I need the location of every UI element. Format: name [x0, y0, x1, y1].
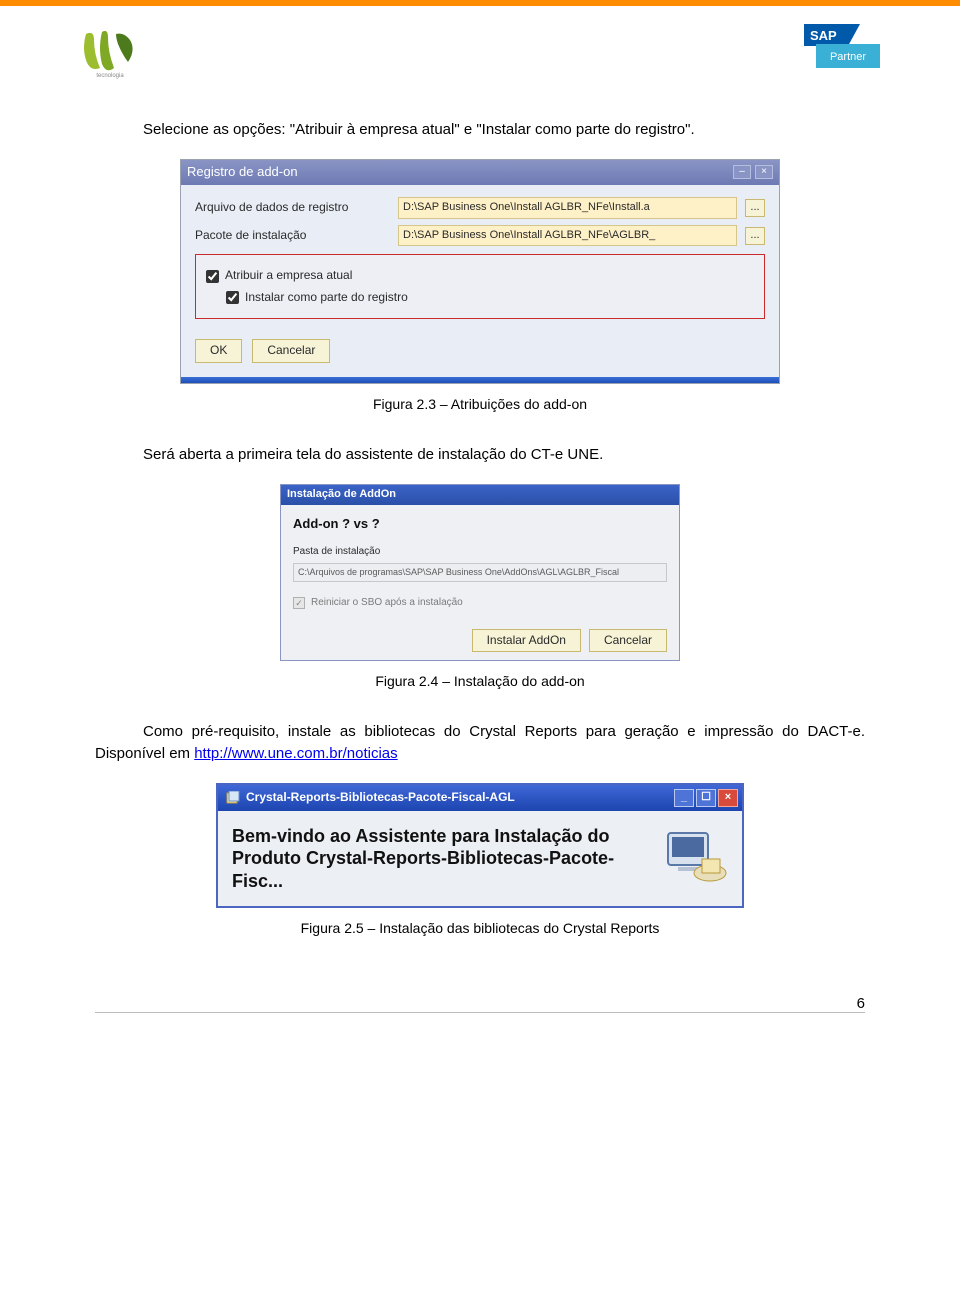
page-number: 6 [95, 995, 865, 1012]
figure-caption-23: Figura 2.3 – Atribuições do add-on [95, 394, 865, 414]
figure-caption-25: Figura 2.5 – Instalação das bibliotecas … [95, 918, 865, 938]
install-folder-input[interactable]: C:\Arquivos de programas\SAP\SAP Busines… [293, 563, 667, 582]
dialog-footer-strip [181, 377, 779, 383]
svg-text:Partner: Partner [830, 51, 866, 63]
text: Bem-vindo ao Assistente para Instalação … [232, 826, 609, 846]
browse-button[interactable]: ... [745, 199, 765, 217]
close-icon[interactable]: × [755, 165, 773, 179]
paragraph-3: Como pré-requisito, instale as bibliotec… [95, 721, 865, 765]
addon-install-header: Add-on ? vs ? [293, 515, 667, 534]
dialog-title: Registro de add-on [187, 163, 298, 182]
noticias-link[interactable]: http://www.une.com.br/noticias [194, 745, 397, 762]
registry-file-input[interactable]: D:\SAP Business One\Install AGLBR_NFe\In… [398, 197, 737, 219]
dialog-titlebar: Crystal-Reports-Bibliotecas-Pacote-Fisca… [218, 785, 742, 811]
text: e [460, 121, 477, 138]
install-folder-label: Pasta de instalação [293, 545, 667, 560]
installer-graphic-icon [664, 829, 728, 887]
page-header: tecnologia SAP Partner [0, 24, 960, 89]
addon-install-dialog: Instalação de AddOn Add-on ? vs ? Pasta … [280, 484, 680, 661]
minimize-icon[interactable]: _ [674, 789, 694, 807]
page-content: Selecione as opções: "Atribuir à empresa… [0, 89, 960, 939]
page-accent-bar [0, 0, 960, 6]
dialog-title: Instalação de AddOn [281, 485, 679, 505]
install-as-part-checkbox[interactable] [226, 291, 239, 304]
cancel-button[interactable]: Cancelar [589, 629, 667, 652]
highlighted-checkbox-group: Atribuir a empresa atual Instalar como p… [195, 254, 765, 319]
footer-divider [95, 1012, 865, 1013]
registry-file-label: Arquivo de dados de registro [195, 199, 390, 216]
dialog-titlebar: Registro de add-on – × [181, 160, 779, 185]
installer-icon [226, 791, 240, 805]
text: Produto Crystal-Reports-Bibliotecas-Paco… [232, 848, 614, 891]
text: "Atribuir à empresa atual" [290, 121, 460, 138]
assign-company-checkbox[interactable] [206, 270, 219, 283]
install-as-part-label: Instalar como parte do registro [245, 289, 408, 306]
svg-text:SAP: SAP [810, 28, 837, 43]
install-package-input[interactable]: D:\SAP Business One\Install AGLBR_NFe\AG… [398, 225, 737, 247]
install-addon-button[interactable]: Instalar AddOn [472, 629, 581, 652]
dialog-title: Crystal-Reports-Bibliotecas-Pacote-Fisca… [246, 789, 515, 806]
page-footer: 6 [0, 995, 960, 1043]
figure-caption-24: Figura 2.4 – Instalação do add-on [95, 671, 865, 691]
sap-partner-logo: SAP Partner [804, 24, 880, 72]
browse-button[interactable]: ... [745, 227, 765, 245]
restart-sbo-label: Reiniciar o SBO após a instalação [311, 596, 463, 611]
une-logo: tecnologia [80, 24, 140, 79]
maximize-icon[interactable]: ☐ [696, 789, 716, 807]
welcome-text: Bem-vindo ao Assistente para Instalação … [232, 825, 650, 893]
addon-registration-dialog: Registro de add-on – × Arquivo de dados … [180, 159, 780, 384]
paragraph-1: Selecione as opções: "Atribuir à empresa… [95, 119, 865, 141]
minimize-icon[interactable]: – [733, 165, 751, 179]
close-icon[interactable]: × [718, 789, 738, 807]
svg-text:tecnologia: tecnologia [96, 73, 124, 79]
text: "Instalar como parte do registro" [476, 121, 690, 138]
ok-button[interactable]: OK [195, 339, 242, 362]
cancel-button[interactable]: Cancelar [252, 339, 330, 362]
crystal-reports-installer-dialog: Crystal-Reports-Bibliotecas-Pacote-Fisca… [216, 783, 744, 909]
paragraph-2: Será aberta a primeira tela do assistent… [95, 444, 865, 466]
install-package-label: Pacote de instalação [195, 227, 390, 244]
text: Selecione as opções: [143, 121, 290, 138]
restart-sbo-checkbox: ✓ [293, 597, 305, 609]
text: . [690, 121, 694, 138]
assign-company-label: Atribuir a empresa atual [225, 267, 352, 284]
